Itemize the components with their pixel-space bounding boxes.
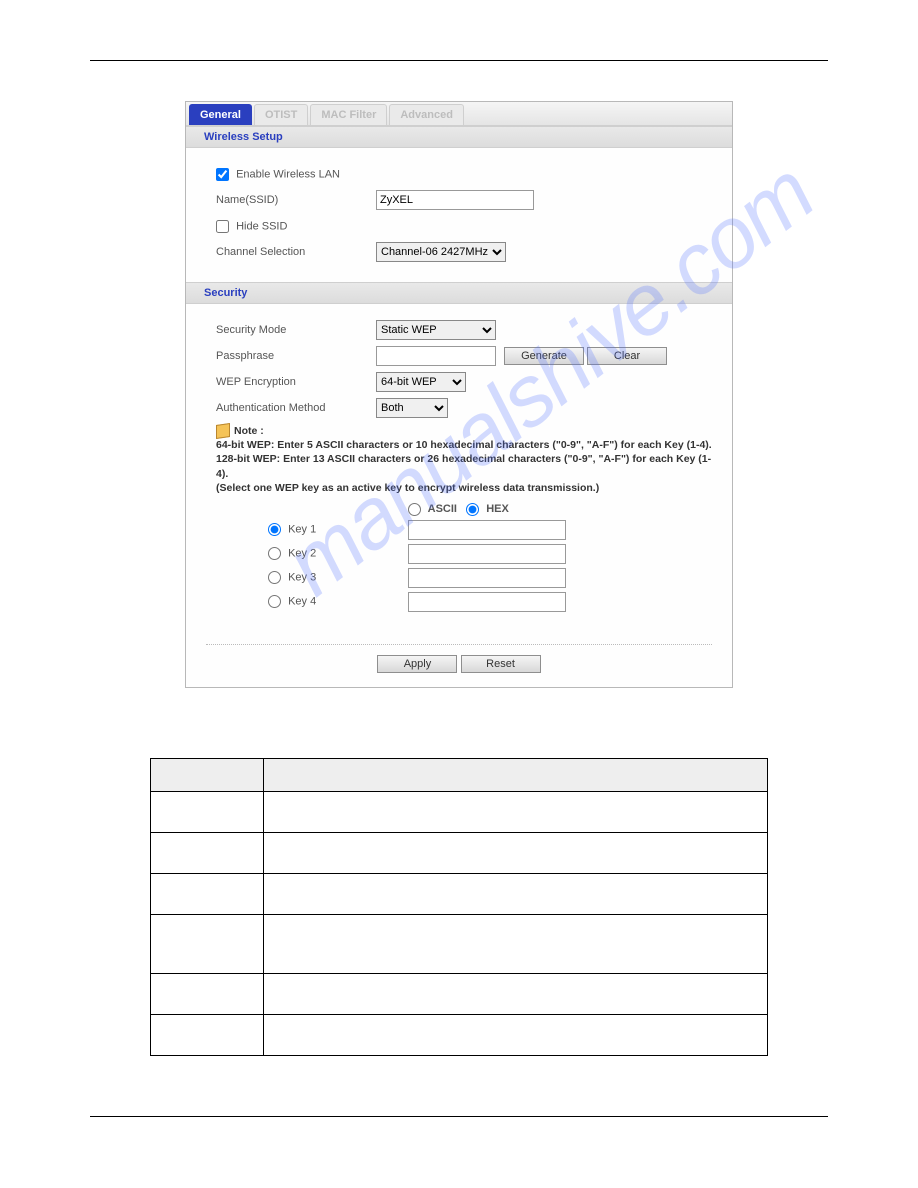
wep-enc-select[interactable]: 64-bit WEP [376,372,466,392]
passphrase-label: Passphrase [216,350,376,362]
hex-label: HEX [486,503,509,515]
table-row [151,791,768,832]
key2-radio[interactable] [268,547,281,560]
enable-wlan-label: Enable Wireless LAN [236,168,340,180]
key3-row[interactable]: Key 3 [216,571,408,584]
section-wireless-body: Enable Wireless LAN Name(SSID) Hide SSID… [186,148,732,282]
key4-input[interactable] [408,592,566,612]
note-line3: (Select one WEP key as an active key to … [216,482,599,494]
description-table [150,758,768,1056]
note-block: Note : 64-bit WEP: Enter 5 ASCII charact… [216,424,714,495]
key4-radio[interactable] [268,595,281,608]
ssid-input[interactable] [376,190,534,210]
ascii-label: ASCII [428,503,457,515]
auth-method-label: Authentication Method [216,402,376,414]
security-mode-label: Security Mode [216,324,376,336]
table-row [151,914,768,973]
tab-advanced[interactable]: Advanced [389,104,464,125]
enable-wlan-checkbox[interactable] [216,168,229,181]
table-row [151,973,768,1014]
note-icon [216,423,230,439]
clear-button[interactable]: Clear [587,347,667,365]
key2-label: Key 2 [288,548,316,560]
hide-ssid-label: Hide SSID [236,220,287,232]
footer-buttons: Apply Reset [186,655,732,687]
key3-radio[interactable] [268,571,281,584]
hex-radio[interactable] [466,503,479,516]
key1-input[interactable] [408,520,566,540]
section-security-body: Security Mode Static WEP Passphrase Gene… [186,304,732,630]
passphrase-input[interactable] [376,346,496,366]
hex-option[interactable]: HEX [466,503,509,515]
key2-input[interactable] [408,544,566,564]
reset-button[interactable]: Reset [461,655,541,673]
note-title: Note : [234,425,264,437]
ssid-label: Name(SSID) [216,194,376,206]
top-rule [90,60,828,61]
enable-wlan-row[interactable]: Enable Wireless LAN [216,168,340,181]
tab-bar: General OTIST MAC Filter Advanced [186,102,732,126]
key1-row[interactable]: Key 1 [216,523,408,536]
tab-macfilter[interactable]: MAC Filter [310,104,387,125]
table-header-row [151,758,768,791]
table-row [151,1014,768,1055]
section-wireless-title: Wireless Setup [186,126,732,148]
tab-general[interactable]: General [189,104,252,125]
security-mode-select[interactable]: Static WEP [376,320,496,340]
wep-enc-label: WEP Encryption [216,376,376,388]
encoding-row: ASCII HEX [408,503,714,516]
tab-otist[interactable]: OTIST [254,104,308,125]
key4-row[interactable]: Key 4 [216,595,408,608]
key3-input[interactable] [408,568,566,588]
hide-ssid-row[interactable]: Hide SSID [216,220,287,233]
note-line1: 64-bit WEP: Enter 5 ASCII characters or … [216,439,712,451]
hide-ssid-checkbox[interactable] [216,220,229,233]
key2-row[interactable]: Key 2 [216,547,408,560]
key3-label: Key 3 [288,572,316,584]
auth-method-select[interactable]: Both [376,398,448,418]
channel-label: Channel Selection [216,246,376,258]
bottom-rule [90,1116,828,1117]
key4-label: Key 4 [288,596,316,608]
key1-radio[interactable] [268,523,281,536]
generate-button[interactable]: Generate [504,347,584,365]
wireless-panel: General OTIST MAC Filter Advanced Wirele… [185,101,733,688]
ascii-option[interactable]: ASCII [408,503,457,515]
apply-button[interactable]: Apply [377,655,457,673]
ascii-radio[interactable] [408,503,421,516]
note-line2: 128-bit WEP: Enter 13 ASCII characters o… [216,453,711,479]
channel-select[interactable]: Channel-06 2427MHz [376,242,506,262]
dotted-separator [206,644,712,645]
key1-label: Key 1 [288,524,316,536]
section-security-title: Security [186,282,732,304]
table-row [151,832,768,873]
table-row [151,873,768,914]
